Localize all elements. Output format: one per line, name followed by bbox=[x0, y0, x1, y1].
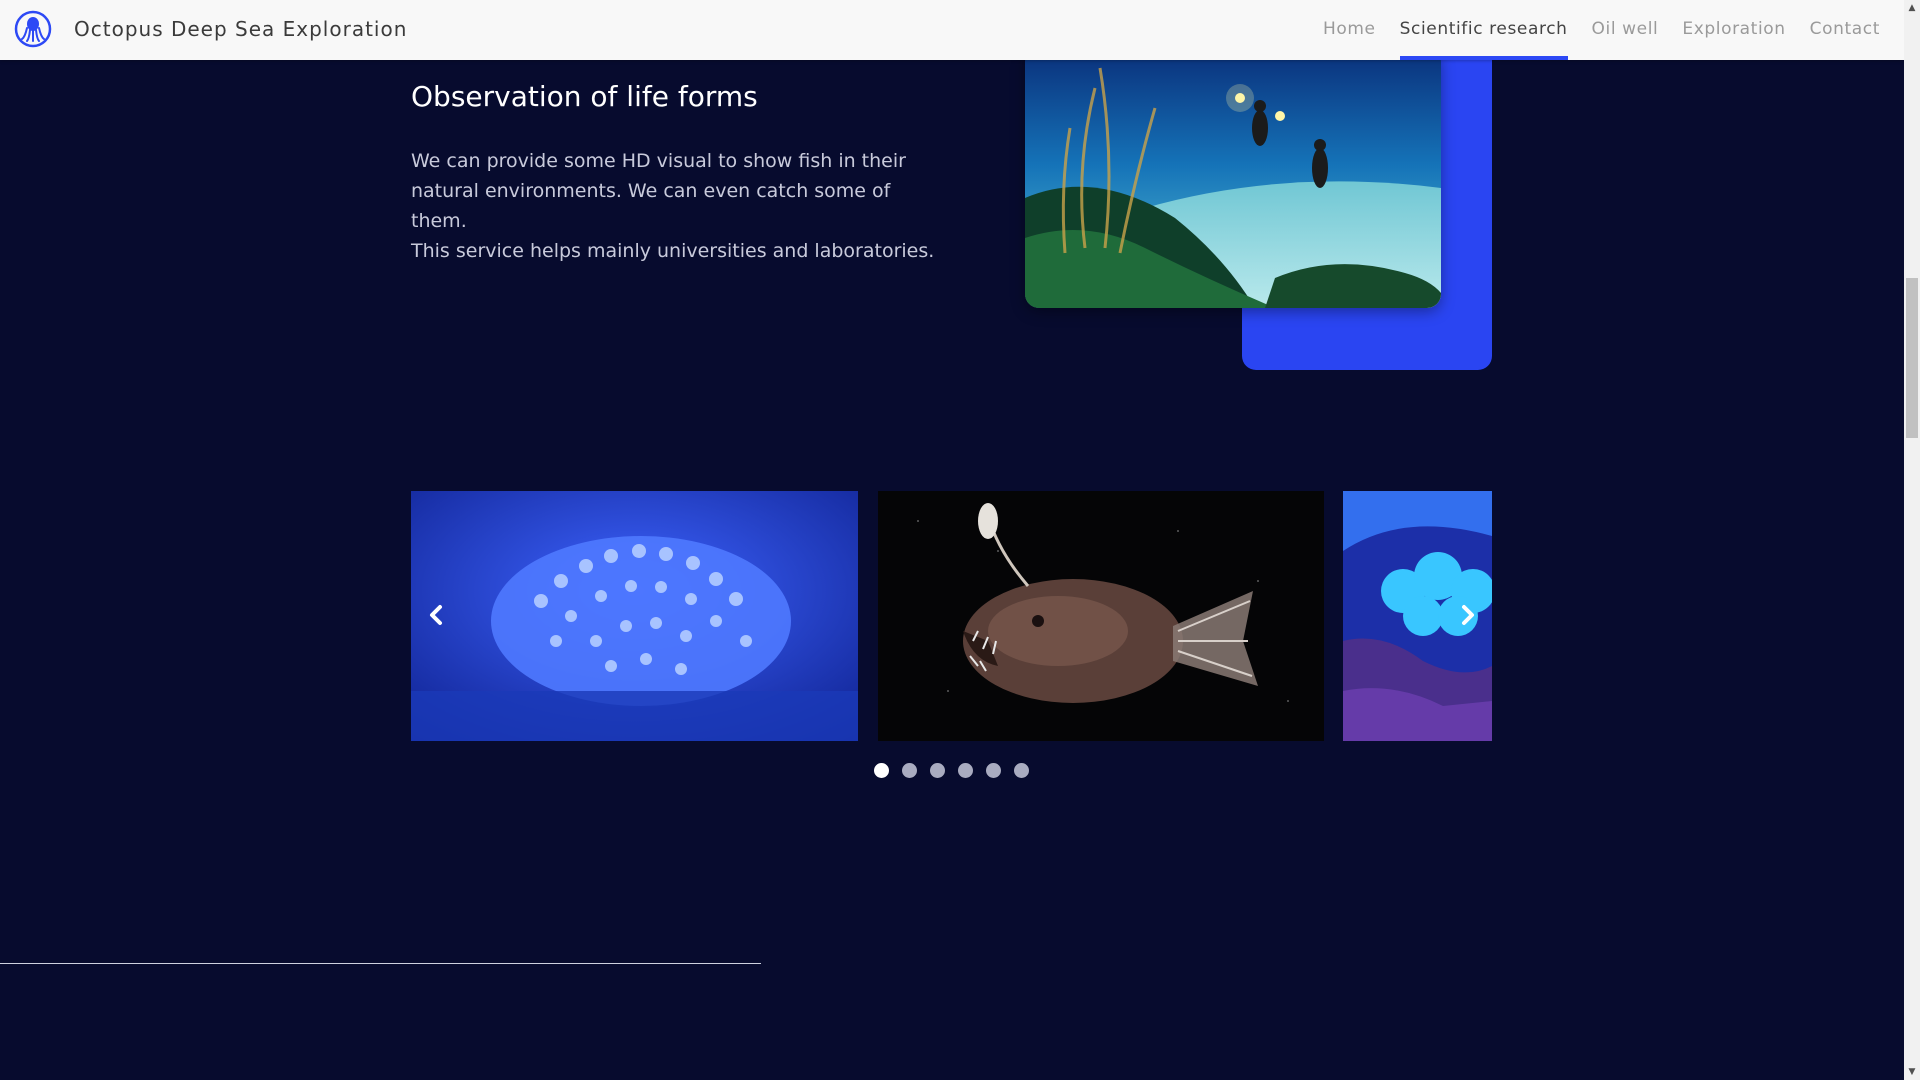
nav-exploration[interactable]: Exploration bbox=[1682, 0, 1785, 60]
nav-oil-well[interactable]: Oil well bbox=[1592, 0, 1659, 60]
carousel-dot-5[interactable] bbox=[986, 763, 1001, 778]
carousel-dot-6[interactable] bbox=[1014, 763, 1029, 778]
divers-coral-reef-photo bbox=[1025, 48, 1441, 308]
scroll-down-arrow-icon[interactable]: ▼ bbox=[1904, 1064, 1920, 1080]
page-scrollbar[interactable]: ▲ ▼ bbox=[1904, 0, 1920, 1080]
page: Octopus Deep Sea Exploration Home Scient… bbox=[0, 0, 1920, 1080]
section-paragraph: We can provide some HD visual to show fi… bbox=[411, 150, 906, 232]
carousel-next-button[interactable] bbox=[1455, 603, 1479, 627]
blue-coral-anemone-photo[interactable] bbox=[411, 491, 858, 741]
chevron-right-icon bbox=[1462, 605, 1474, 625]
section-title: Observation of life forms bbox=[411, 80, 758, 113]
section-divider bbox=[0, 963, 761, 964]
carousel-dot-2[interactable] bbox=[902, 763, 917, 778]
carousel-dot-4[interactable] bbox=[958, 763, 973, 778]
chevron-left-icon bbox=[430, 605, 442, 625]
scroll-up-arrow-icon[interactable]: ▲ bbox=[1904, 0, 1920, 16]
image-carousel[interactable] bbox=[411, 491, 1492, 741]
section-paragraph-2: This service helps mainly universities a… bbox=[411, 240, 935, 262]
brand-title[interactable]: Octopus Deep Sea Exploration bbox=[74, 17, 407, 41]
carousel-dot-1[interactable] bbox=[874, 763, 889, 778]
nav-menu: Home Scientific research Oil well Explor… bbox=[1323, 0, 1880, 60]
nav-scientific-research[interactable]: Scientific research bbox=[1399, 0, 1568, 60]
nav-contact[interactable]: Contact bbox=[1810, 0, 1880, 60]
carousel-dots bbox=[874, 763, 1029, 778]
anglerfish-photo[interactable] bbox=[878, 491, 1324, 741]
carousel-prev-button[interactable] bbox=[425, 603, 449, 627]
navbar: Octopus Deep Sea Exploration Home Scient… bbox=[0, 0, 1904, 60]
scrollbar-thumb[interactable] bbox=[1906, 278, 1918, 438]
octopus-logo-icon[interactable] bbox=[14, 10, 52, 48]
nav-home[interactable]: Home bbox=[1323, 0, 1376, 60]
carousel-dot-3[interactable] bbox=[930, 763, 945, 778]
